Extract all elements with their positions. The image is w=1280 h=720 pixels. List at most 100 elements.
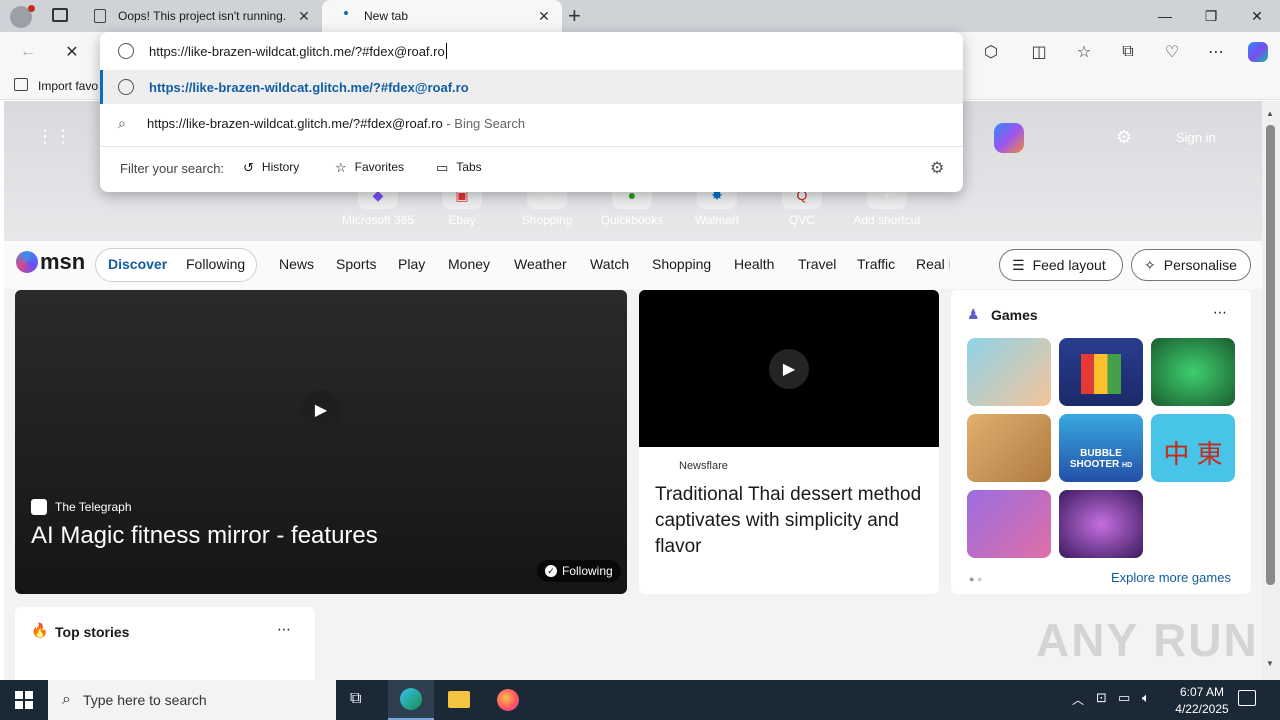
tab-discover[interactable]: Discover (108, 256, 167, 272)
search-icon: ⌕ (62, 691, 71, 708)
import-favorites-link[interactable]: Import favo (38, 79, 98, 93)
stop-icon[interactable]: ✕ (56, 36, 88, 68)
more-options-icon[interactable]: ⋯ (277, 621, 291, 638)
tray-overflow-icon[interactable]: ︿ (1072, 691, 1084, 708)
scroll-thumb[interactable] (1266, 125, 1275, 585)
task-view-icon[interactable]: ⧉ (350, 690, 361, 708)
settings-gear-icon[interactable]: ⚙ (1116, 127, 1132, 148)
fire-icon: 🔥 (31, 622, 49, 638)
anyrun-watermark: ANY RUN (1036, 614, 1259, 666)
feed-layout-button[interactable]: ☰ Feed layout (999, 249, 1123, 281)
game-tile-7[interactable] (967, 490, 1051, 558)
nav-real-estate[interactable]: Real E (916, 256, 950, 272)
history-icon: ↺ (243, 160, 254, 175)
new-tab-icon[interactable]: + (568, 3, 581, 29)
nav-travel[interactable]: Travel (798, 256, 836, 272)
filter-search-label: Filter your search: (120, 161, 225, 176)
filter-tabs[interactable]: ▭ Tabs (436, 160, 482, 176)
network-icon[interactable]: ▭ (1118, 690, 1130, 706)
extensions-icon[interactable]: ⬡ (975, 36, 1007, 68)
address-bar-dropdown: https://like-brazen-wildcat.glitch.me/?#… (100, 32, 963, 192)
file-explorer-icon[interactable] (448, 691, 470, 708)
browser-essentials-icon[interactable]: ♡ (1156, 36, 1188, 68)
profile-alert-dot (28, 5, 35, 12)
restore-icon[interactable]: ❐ (1188, 0, 1234, 32)
card-title[interactable]: AI Magic fitness mirror - features (31, 522, 378, 550)
game-tile-8[interactable] (1059, 490, 1143, 558)
app-launcher-icon[interactable]: ⋮⋮ (36, 127, 72, 149)
game-tile-5[interactable]: BUBBLE SHOOTER HD (1059, 414, 1143, 482)
nav-sports[interactable]: Sports (336, 256, 376, 272)
card-title[interactable]: Traditional Thai dessert method captivat… (655, 482, 925, 560)
split-screen-icon[interactable]: ◫ (1023, 36, 1055, 68)
bubble-shooter-label: BUBBLE SHOOTER HD (1069, 448, 1133, 470)
game-tile-4[interactable] (967, 414, 1051, 482)
clock-date[interactable]: 4/22/2025 (1168, 702, 1236, 716)
close-tab-icon[interactable]: ✕ (536, 8, 552, 25)
loading-icon (344, 11, 348, 15)
filter-history[interactable]: ↺ History (243, 160, 299, 176)
address-input[interactable]: https://like-brazen-wildcat.glitch.me/?#… (149, 44, 445, 59)
volume-icon[interactable]: 🔈︎ (1142, 690, 1150, 706)
tab-glitch[interactable]: Oops! This project isn't running. ✕ (84, 0, 322, 32)
more-options-icon[interactable]: ⋯ (1213, 304, 1227, 321)
sign-in-link[interactable]: Sign in (1176, 130, 1216, 145)
page-scrollbar[interactable]: ▲ ▼ (1262, 101, 1280, 680)
game-tile-3[interactable] (1151, 338, 1235, 406)
copilot-icon[interactable] (1242, 36, 1274, 68)
minimize-icon[interactable]: — (1142, 0, 1188, 32)
collections-icon[interactable]: ⧉ (1112, 36, 1144, 68)
sparkle-icon: ✧ (1144, 256, 1156, 273)
nav-watch[interactable]: Watch (590, 256, 629, 272)
personalise-button[interactable]: ✧ Personalise (1131, 249, 1251, 281)
msn-logo[interactable]: msn (16, 249, 85, 275)
explore-more-games-link[interactable]: Explore more games (1111, 570, 1231, 585)
nav-news[interactable]: News (279, 256, 314, 272)
close-window-icon[interactable]: ✕ (1234, 0, 1280, 32)
tray-device-icon[interactable]: ⊡ (1096, 690, 1107, 706)
scroll-down-icon[interactable]: ▼ (1266, 659, 1274, 668)
sliders-icon: ☰ (1012, 256, 1025, 273)
copilot-search-icon[interactable] (994, 123, 1024, 153)
top-stories-title: Top stories (55, 624, 130, 640)
tab-new-tab[interactable]: New tab ✕ (322, 0, 562, 32)
favorites-icon[interactable]: ☆ (1068, 36, 1100, 68)
play-button[interactable]: ▶ (301, 390, 341, 430)
games-card: ♟ Games ⋯ BUBBLE SHOOTER HD 中 東 ● ● Expl… (951, 290, 1251, 594)
clock-time[interactable]: 6:07 AM (1172, 685, 1232, 699)
notifications-icon[interactable] (1238, 690, 1256, 706)
nav-traffic[interactable]: Traffic (857, 256, 895, 272)
edge-taskbar-icon[interactable] (388, 680, 434, 720)
taskbar: ⌕ Type here to search ⧉ ︿ ⊡ ▭ 🔈︎ 6:07 AM… (0, 680, 1280, 720)
address-bar[interactable]: https://like-brazen-wildcat.glitch.me/?#… (100, 32, 963, 70)
play-button[interactable]: ▶ (769, 349, 809, 389)
close-tab-icon[interactable]: ✕ (296, 8, 312, 25)
hero-video-card[interactable]: ▶ The Telegraph AI Magic fitness mirror … (15, 290, 627, 594)
nav-shopping[interactable]: Shopping (652, 256, 711, 272)
more-icon[interactable]: ⋯ (1200, 36, 1232, 68)
game-tile-6[interactable]: 中 東 (1151, 414, 1235, 482)
search-settings-icon[interactable]: ⚙ (930, 158, 944, 178)
nav-health[interactable]: Health (734, 256, 774, 272)
game-tile-1[interactable] (967, 338, 1051, 406)
tab-actions-icon[interactable] (52, 8, 68, 22)
story-card[interactable]: ▶ Newsflare Traditional Thai dessert met… (639, 290, 939, 594)
filter-favorites[interactable]: ☆ Favorites (335, 160, 404, 176)
following-badge[interactable]: ✓ Following (537, 560, 621, 582)
taskbar-search-box[interactable]: ⌕ Type here to search (48, 680, 336, 720)
firefox-icon[interactable] (497, 689, 519, 711)
nav-money[interactable]: Money (448, 256, 490, 272)
tab-title: Oops! This project isn't running. (118, 9, 287, 23)
tab-following[interactable]: Following (186, 256, 245, 272)
nav-weather[interactable]: Weather (514, 256, 567, 272)
search-icon: ⌕ (118, 114, 126, 131)
suggestion-url[interactable]: https://like-brazen-wildcat.glitch.me/?#… (100, 70, 963, 104)
back-icon[interactable]: ← (12, 36, 44, 68)
start-icon[interactable] (15, 691, 33, 709)
nav-play[interactable]: Play (398, 256, 425, 272)
scroll-up-icon[interactable]: ▲ (1266, 109, 1274, 118)
star-icon: ☆ (335, 160, 347, 175)
carousel-dots[interactable]: ● ● (969, 574, 982, 584)
game-tile-2[interactable] (1059, 338, 1143, 406)
suggestion-bing-search[interactable]: ⌕ https://like-brazen-wildcat.glitch.me/… (100, 106, 963, 140)
